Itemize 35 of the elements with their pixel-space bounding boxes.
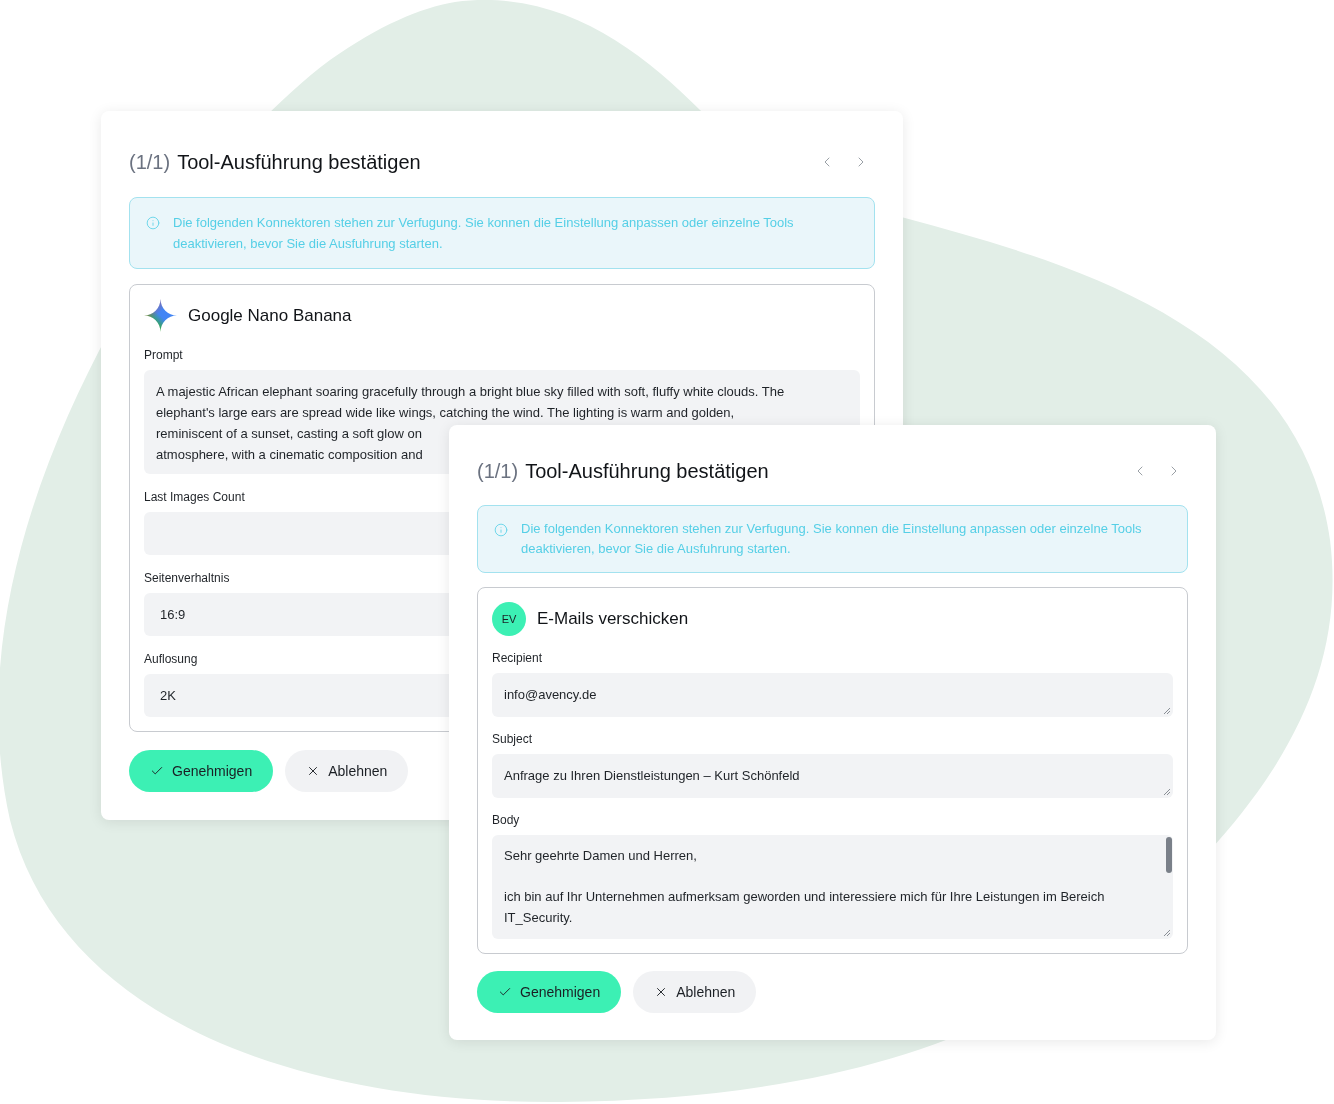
field-label: Body <box>492 812 520 828</box>
avatar: EV <box>492 602 526 636</box>
scrollbar-thumb[interactable] <box>1166 837 1172 873</box>
approve-button[interactable]: Genehmigen <box>129 750 274 792</box>
reject-button[interactable]: Ablehnen <box>633 971 757 1013</box>
prompt-text-line: reminiscent of a sunset, casting a soft glow on <box>156 425 422 443</box>
field-label: Recipient <box>492 650 543 666</box>
field-label: Last Images Count <box>144 489 245 505</box>
prompt-text-line: elephant's large ears are spread wide like wings, catching the wind. The lighting is warm and golden, <box>156 404 735 422</box>
prompt-text-line: A majestic African elephant soaring gracefully through a bright blue sky filled with soft, fluffy white clouds. The <box>156 383 785 401</box>
info-message: Die folgenden Konnektoren stehen zur Verfugung. Sie konnen die Einstellung anpassen oder einzelne Tools deaktivieren, bevor Sie die Ausfuhrung starten. <box>173 214 795 253</box>
tool-name: E-Mails verschicken <box>537 608 689 630</box>
prompt-text-line: atmosphere, with a cinematic composition and <box>156 446 423 464</box>
text-area[interactable]: Sehr geehrte Damen und Herren, ich bin auf Ihr Unternehmen aufmerksam geworden und interessiere mich für Ihre Leistungen im Bereich IT_Security. <box>492 835 1173 939</box>
field-label: Prompt <box>144 347 183 363</box>
text-area[interactable]: info@avency.de <box>492 673 1173 717</box>
reject-button[interactable]: Ablehnen <box>285 750 409 792</box>
tool-name: Google Nano Banana <box>188 304 352 327</box>
resize-handle-icon[interactable] <box>1163 929 1170 936</box>
check-icon <box>498 985 512 999</box>
field-label: Subject <box>492 731 533 747</box>
field-label: Seitenverhaltnis <box>144 570 230 586</box>
field-label: Auflosung <box>144 651 198 667</box>
dialog-counter: (1/1) <box>477 459 519 484</box>
dialog-counter: (1/1) <box>129 150 171 175</box>
info-icon <box>146 216 160 230</box>
check-icon <box>150 764 164 778</box>
text-area[interactable]: Anfrage zu Ihren Dienstleistungen – Kurt Schönfeld <box>492 754 1173 798</box>
info-message: Die folgenden Konnektoren stehen zur Verfugung. Sie konnen die Einstellung anpassen oder einzelne Tools deaktivieren, bevor Sie die Ausfuhrung starten. <box>521 520 1143 558</box>
dialog-title: Tool-Ausführung bestätigen <box>525 459 769 484</box>
resize-handle-icon[interactable] <box>1163 788 1170 795</box>
approve-button[interactable]: Genehmigen <box>477 971 622 1013</box>
resize-handle-icon[interactable] <box>1163 707 1170 714</box>
dialog-title: Tool-Ausführung bestätigen <box>177 150 421 175</box>
info-icon <box>494 523 508 537</box>
